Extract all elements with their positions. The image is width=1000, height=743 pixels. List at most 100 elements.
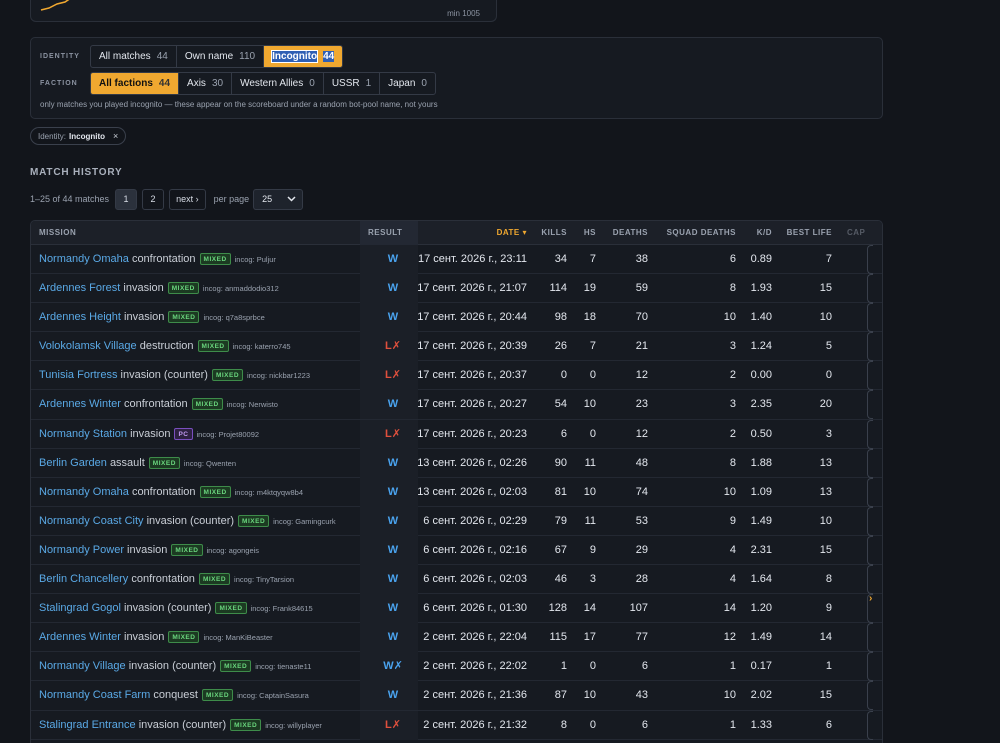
- table-row[interactable]: Normandy Village invasion (counter) MIXED…: [31, 652, 882, 682]
- header-hs[interactable]: HS: [584, 221, 596, 245]
- table-row[interactable]: Normandy Coast City invasion (counter) MI…: [31, 506, 882, 536]
- map-link[interactable]: Berlin Chancellery: [39, 573, 128, 585]
- header-best-life[interactable]: BEST LIFE: [787, 221, 832, 245]
- incognito-name: incog: nickbar1223: [247, 371, 311, 381]
- hs-cell: 11: [584, 514, 596, 527]
- map-link[interactable]: Volokolamsk Village: [39, 340, 137, 352]
- table-row[interactable]: Tunisia Fortress invasion (counter) MIXED…: [31, 361, 882, 391]
- table-row[interactable]: Berlin Chancellery confrontation MIXED inc…: [31, 565, 882, 595]
- map-link[interactable]: Ardennes Forest: [39, 282, 120, 294]
- header-date[interactable]: DATE ▾: [497, 221, 527, 245]
- map-link[interactable]: Normandy Omaha: [39, 486, 129, 498]
- hs-cell: 18: [583, 311, 596, 324]
- incognito-name: incog: Gamingcurk: [273, 516, 336, 526]
- map-link[interactable]: Tunisia Fortress: [39, 369, 117, 381]
- map-link[interactable]: Ardennes Height: [39, 311, 121, 323]
- map-link[interactable]: Normandy Station: [39, 428, 127, 440]
- table-row[interactable]: Normandy Station invasion PC incog: Projet…: [31, 419, 882, 449]
- best-life-cell: 13: [819, 485, 832, 498]
- date-cell: 17 сент. 2026 г., 20:27: [417, 398, 527, 411]
- mission-cell[interactable]: Normandy Coast City invasion (counter) MI…: [39, 507, 336, 536]
- page-2-button[interactable]: 2: [142, 188, 165, 210]
- map-link[interactable]: Normandy Village: [39, 660, 126, 672]
- map-link[interactable]: Ardennes Winter: [39, 398, 121, 410]
- result-letter: W: [387, 573, 399, 586]
- mission-cell[interactable]: Normandy Omaha confrontation MIXED incog: …: [39, 245, 276, 274]
- mission-cell[interactable]: Berlin Garden assault MIXED incog: Qwenten: [39, 449, 236, 478]
- date-cell: 2 сент. 2026 г., 22:02: [423, 660, 527, 673]
- per-page-select[interactable]: 25: [253, 188, 304, 210]
- map-link[interactable]: Normandy Coast Farm: [39, 689, 150, 701]
- mission-cell[interactable]: Berlin Chancellery confrontation MIXED inc…: [39, 565, 294, 594]
- map-link[interactable]: Stalingrad Entrance: [39, 719, 136, 731]
- result-cell: L✗: [376, 711, 410, 740]
- mode-badge: MIXED: [220, 660, 252, 673]
- header-result[interactable]: RESULT: [368, 221, 402, 245]
- table-row[interactable]: Stalingrad Entrance invasion (counter) MI…: [31, 710, 882, 740]
- next-page-button[interactable]: next ›: [169, 188, 206, 210]
- map-link[interactable]: Stalingrad Gogol: [39, 602, 121, 614]
- deaths-cell: 48: [635, 456, 648, 469]
- table-row[interactable]: Ardennes Height invasion MIXED incog: q7a8…: [31, 303, 882, 333]
- faction-option-count: 0: [421, 78, 427, 89]
- table-row[interactable]: Stalingrad Gogol invasion (counter) MIXED…: [31, 594, 882, 624]
- result-cell: L✗: [376, 361, 410, 390]
- faction-ussr-button[interactable]: USSR 1: [324, 73, 381, 94]
- table-row[interactable]: Ardennes Winter confrontation MIXED incog:…: [31, 390, 882, 420]
- cap-cell: [867, 710, 873, 740]
- identity-all-matches-button[interactable]: All matches 44: [91, 46, 177, 67]
- mode-label: invasion: [124, 631, 165, 644]
- table-row[interactable]: Normandy Power invasion MIXED incog: agong…: [31, 535, 882, 566]
- mission-cell[interactable]: Normandy Village invasion (counter) MIXED…: [39, 652, 311, 681]
- mission-cell[interactable]: Stalingrad Entrance invasion (counter) MI…: [39, 711, 322, 740]
- date-cell: 17 сент. 2026 г., 20:23: [417, 427, 527, 440]
- incognito-name: incog: willyplayer: [265, 720, 322, 730]
- faction-western-allies-button[interactable]: Western Allies 0: [232, 73, 324, 94]
- identity-incognito-button[interactable]: Incognito 44: [264, 46, 343, 67]
- table-row[interactable]: Normandy Coast Farm conquest MIXED incog: …: [31, 681, 882, 711]
- map-link[interactable]: Ardennes Winter: [39, 631, 121, 643]
- scroll-right-icon[interactable]: ›: [869, 593, 872, 604]
- mission-cell[interactable]: Ardennes Height invasion MIXED incog: q7a8…: [39, 303, 265, 332]
- date-cell: 17 сент. 2026 г., 21:07: [417, 282, 527, 295]
- mission-cell[interactable]: Ardennes Winter confrontation MIXED incog:…: [39, 390, 278, 419]
- mission-cell[interactable]: Ardennes Forest invasion MIXED incog: anma…: [39, 274, 279, 303]
- mission-cell[interactable]: Stalingrad Gogol invasion (counter) MIXED…: [39, 594, 313, 623]
- table-row[interactable]: Normandy Omaha confrontation MIXED incog: …: [31, 477, 882, 507]
- map-link[interactable]: Berlin Garden: [39, 457, 107, 469]
- header-squad-deaths[interactable]: SQUAD DEATHS: [667, 221, 736, 245]
- table-row[interactable]: Volokolamsk Village destruction MIXED inco…: [31, 332, 882, 362]
- header-kills[interactable]: KILLS: [541, 221, 567, 245]
- result-cell: W: [376, 449, 410, 478]
- faction-all-button[interactable]: All factions 44: [91, 73, 180, 94]
- mission-cell[interactable]: Ardennes Winter invasion MIXED incog: ManK…: [39, 623, 273, 652]
- mission-cell[interactable]: Volokolamsk Village destruction MIXED inco…: [39, 332, 291, 361]
- header-cap[interactable]: CAP: [847, 221, 865, 245]
- mode-label: confrontation: [131, 485, 196, 498]
- page-1-button[interactable]: 1: [115, 188, 138, 210]
- faction-axis-button[interactable]: Axis 30: [179, 73, 233, 94]
- identity-own-name-button[interactable]: Own name 110: [177, 46, 265, 67]
- mission-cell[interactable]: Normandy Coast Farm conquest MIXED incog: …: [39, 681, 309, 710]
- kd-cell: 0.89: [750, 253, 772, 265]
- chip-close-icon[interactable]: ×: [113, 131, 118, 141]
- table-row[interactable]: Ardennes Winter invasion MIXED incog: ManK…: [31, 623, 882, 653]
- mission-cell[interactable]: Tunisia Fortress invasion (counter) MIXED…: [39, 361, 310, 390]
- header-kd[interactable]: K/D: [757, 221, 772, 245]
- faction-japan-button[interactable]: Japan 0: [380, 73, 435, 94]
- map-link[interactable]: Normandy Coast City: [39, 515, 144, 527]
- map-link[interactable]: Normandy Power: [39, 544, 124, 556]
- map-link[interactable]: Normandy Omaha: [39, 253, 129, 265]
- faction-option-label: Western Allies: [240, 78, 304, 89]
- date-cell: 2 сент. 2026 г., 21:36: [423, 689, 527, 702]
- result-letter: W: [387, 253, 399, 265]
- mission-cell[interactable]: Normandy Station invasion PC incog: Projet…: [39, 420, 259, 449]
- mission-cell[interactable]: Normandy Power invasion MIXED incog: agong…: [39, 536, 259, 565]
- table-row[interactable]: Ardennes Forest invasion MIXED incog: anma…: [31, 274, 882, 304]
- header-deaths[interactable]: DEATHS: [613, 221, 648, 245]
- faction-label: FACTION: [40, 80, 78, 87]
- mission-cell[interactable]: Normandy Omaha confrontation MIXED incog: …: [39, 478, 303, 507]
- table-row[interactable]: Normandy Omaha confrontation MIXED incog: …: [31, 245, 882, 275]
- header-mission[interactable]: MISSION: [39, 221, 76, 245]
- table-row[interactable]: Berlin Garden assault MIXED incog: Qwenten…: [31, 448, 882, 478]
